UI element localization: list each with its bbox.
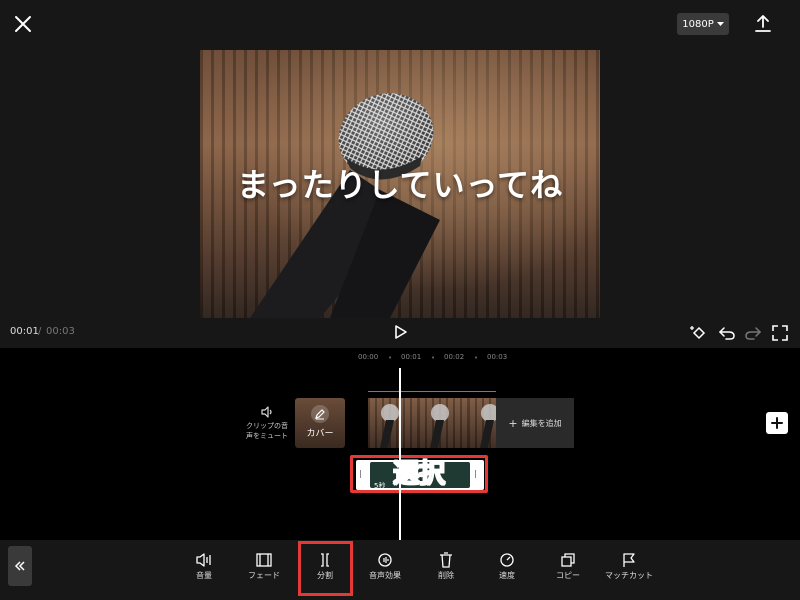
clip-thumbnail (468, 398, 496, 448)
fade-icon (256, 553, 272, 567)
trash-icon (440, 552, 452, 568)
tool-label: コピー (556, 571, 580, 580)
select-annotation: 選択 (392, 459, 445, 490)
play-icon (395, 325, 407, 339)
flag-icon (623, 553, 635, 567)
redo-button[interactable] (743, 323, 763, 343)
add-clip-button[interactable] (766, 412, 788, 434)
time-separator: / (38, 326, 42, 337)
mic-thumbnail-icon (380, 404, 399, 448)
playhead[interactable] (399, 368, 401, 540)
speed-button[interactable]: 速度 (477, 548, 537, 588)
double-chevron-left-icon (14, 561, 25, 571)
timeline-tick: 00:00 (358, 353, 379, 361)
video-preview[interactable]: まったりしていってね (200, 50, 600, 318)
cover-label: カバー (306, 429, 334, 439)
tool-label: フェード (248, 571, 280, 580)
delete-button[interactable]: 削除 (416, 548, 476, 588)
plus-icon (771, 417, 783, 429)
volume-button[interactable]: 音量 (174, 548, 234, 588)
redo-icon (745, 327, 762, 340)
timeline-tick: 00:02 (444, 353, 465, 361)
caret-down-icon (716, 21, 724, 26)
fade-button[interactable]: フェード (234, 548, 294, 588)
collapse-button[interactable] (8, 546, 32, 586)
play-button[interactable] (390, 322, 410, 342)
tool-label: 音声効果 (369, 571, 401, 580)
video-clip[interactable] (368, 398, 496, 448)
add-edit-button[interactable]: + 編集を追加 (496, 398, 574, 448)
speed-icon (500, 553, 514, 567)
plus-icon: + (508, 416, 518, 430)
add-edit-label: 編集を追加 (521, 418, 562, 428)
voice-effect-icon (378, 553, 392, 567)
copy-icon (561, 553, 575, 567)
tool-label: 音量 (196, 571, 212, 580)
keyframe-button[interactable] (689, 323, 709, 343)
voice-effect-button[interactable]: 音声効果 (355, 548, 415, 588)
timeline-dot: • (431, 354, 436, 362)
clip-progress-line (368, 391, 496, 392)
tool-label: 削除 (438, 571, 454, 580)
clip-thumbnail (368, 398, 418, 448)
current-time: 00:01 (10, 326, 39, 337)
pencil-icon (311, 405, 329, 423)
mute-clip-audio-button[interactable]: クリップの音 声をミュート (240, 405, 294, 449)
total-time: 00:03 (46, 326, 75, 337)
tool-label: マッチカット (605, 571, 653, 580)
split-highlight (298, 541, 353, 596)
mic-thumbnail-icon (480, 404, 496, 448)
clip-thumbnail (418, 398, 468, 448)
match-cut-button[interactable]: マッチカット (599, 548, 659, 588)
timeline-tick: 00:01 (401, 353, 422, 361)
undo-icon (718, 327, 735, 340)
speaker-icon (261, 406, 272, 418)
timeline-dot: • (388, 354, 393, 362)
mute-label-line2: 声をミュート (246, 432, 288, 440)
tool-label: 速度 (499, 571, 515, 580)
cover-button[interactable]: カバー (295, 398, 345, 448)
mute-clip-audio-label: クリップの音 声をミュート (240, 421, 294, 441)
undo-button[interactable] (717, 323, 737, 343)
upload-icon (755, 15, 771, 32)
keyframe-icon (690, 326, 706, 340)
fullscreen-icon (772, 325, 788, 341)
caption-text[interactable]: まったりしていってね (200, 160, 600, 206)
resolution-label: 1080P (682, 18, 714, 30)
export-button[interactable] (752, 13, 774, 35)
timeline-tick: 00:03 (487, 353, 508, 361)
mic-thumbnail-icon (430, 404, 449, 448)
copy-button[interactable]: コピー (538, 548, 598, 588)
fullscreen-button[interactable] (770, 323, 790, 343)
close-button[interactable] (12, 13, 34, 35)
close-icon (15, 16, 31, 32)
timeline-dot: • (474, 354, 479, 362)
resolution-dropdown[interactable]: 1080P (677, 13, 729, 35)
mute-label-line1: クリップの音 (246, 422, 288, 430)
volume-icon (196, 553, 211, 567)
